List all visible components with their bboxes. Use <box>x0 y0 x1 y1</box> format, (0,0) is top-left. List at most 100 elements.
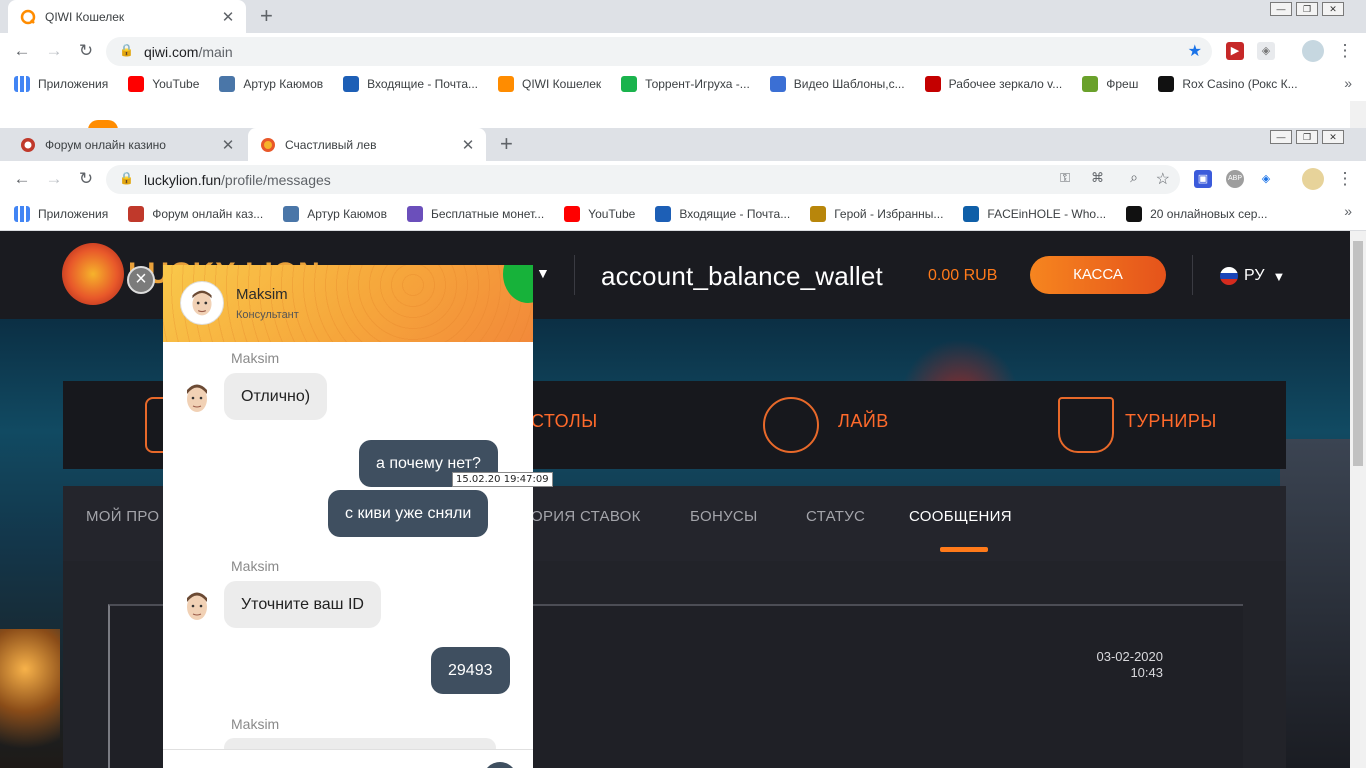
russia-flag-icon <box>1220 267 1238 285</box>
restore-button[interactable]: ❐ <box>1296 130 1318 144</box>
window2-bookmarks-bar: Приложения Форум онлайн каз... Артур Каюмо… <box>0 198 1366 231</box>
bookmark-item[interactable]: FACEinHOLE - Who... <box>963 206 1106 222</box>
more-bookmarks-icon[interactable]: » <box>1344 75 1352 91</box>
chevron-down-icon: ▼ <box>1272 268 1286 284</box>
bookmark-item[interactable]: Артур Каюмов <box>219 76 323 92</box>
adblock-icon[interactable]: ABP <box>1226 170 1244 188</box>
close-window-button[interactable]: ✕ <box>1322 2 1344 16</box>
key-icon[interactable]: ⚿ <box>1060 170 1070 186</box>
bookmark-item[interactable]: Форум онлайн каз... <box>128 206 263 222</box>
close-window-button[interactable]: ✕ <box>1322 130 1344 144</box>
bookmark-label: Приложения <box>38 77 109 91</box>
chevron-down-icon[interactable]: ▼ <box>536 265 550 281</box>
category-tables[interactable]: СТОЛЫ <box>531 411 598 432</box>
balance-label: account_balance_wallet <box>601 261 883 291</box>
forward-icon[interactable]: → <box>43 169 65 189</box>
support-chat-widget: Maksim Консультант Maksim Отлично) а поч… <box>163 265 533 768</box>
vk-icon <box>283 206 300 222</box>
balance-amount: 0.00 <box>928 267 960 284</box>
face-icon <box>963 206 980 222</box>
minimize-button[interactable]: — <box>1270 2 1292 16</box>
bookmark-item[interactable]: YouTube <box>128 76 199 92</box>
close-tab-icon[interactable]: ✕ <box>460 136 476 154</box>
user-message: 29493 <box>431 647 510 694</box>
tab-casino-forum[interactable]: Форум онлайн казино ✕ <box>8 128 246 161</box>
tab-messages[interactable]: СООБЩЕНИЯ <box>909 508 1012 525</box>
address-bar[interactable]: 🔒 qiwi.com/main ★ <box>106 37 1212 66</box>
bookmark-label: Артур Каюмов <box>307 207 387 221</box>
tab-lucky-lion[interactable]: Счастливый лев ✕ <box>248 128 486 161</box>
send-button[interactable] <box>483 762 517 768</box>
bookmark-label: Рабочее зеркало v... <box>948 77 1063 91</box>
bookmark-item[interactable]: 20 онлайновых сер... <box>1126 206 1267 222</box>
lantern-decoration <box>0 629 60 768</box>
zoom-icon[interactable]: ⌕ <box>1130 169 1138 186</box>
close-chat-icon[interactable]: × <box>127 266 155 294</box>
reload-icon[interactable]: ↻ <box>75 169 97 189</box>
bookmark-item[interactable]: YouTube <box>564 206 635 222</box>
page-scrollbar[interactable] <box>1350 231 1366 768</box>
tab-qiwi[interactable]: QIWI Кошелек ✕ <box>8 0 246 33</box>
bookmark-item[interactable]: Бесплатные монет... <box>406 206 545 222</box>
extension-icon[interactable]: ▣ <box>1194 170 1212 188</box>
bookmark-item[interactable]: Видео Шаблоны,с... <box>769 76 905 92</box>
back-icon[interactable]: ← <box>11 41 33 61</box>
extension-icon[interactable]: ▶ <box>1226 42 1244 60</box>
menu-icon[interactable]: ⋮ <box>1334 169 1356 189</box>
bookmark-item[interactable]: Рабочее зеркало v... <box>924 76 1063 92</box>
bookmark-label: Бесплатные монет... <box>430 207 545 221</box>
bookmark-item[interactable]: Входящие - Почта... <box>343 76 478 92</box>
agent-face-icon <box>187 384 207 412</box>
new-tab-button[interactable]: + <box>260 4 273 28</box>
scrollbar-thumb[interactable] <box>1353 241 1363 466</box>
shield-icon[interactable]: ◈ <box>1257 42 1275 60</box>
bookmark-item[interactable]: Входящие - Почта... <box>655 206 790 222</box>
live-dealer-icon[interactable] <box>763 397 819 453</box>
divider <box>574 255 575 295</box>
restore-button[interactable]: ❐ <box>1296 2 1318 16</box>
bookmark-item[interactable]: Приложения <box>14 206 108 222</box>
message-time: 10:43 <box>1130 665 1163 680</box>
bookmark-star-icon[interactable]: ★ <box>1188 41 1202 61</box>
bookmark-star-icon[interactable]: ☆ <box>1156 169 1170 189</box>
qiwi-icon <box>498 76 515 92</box>
bookmark-label: Входящие - Почта... <box>679 207 791 221</box>
tab-bet-history[interactable]: ОРИЯ СТАВОК <box>531 508 641 525</box>
kassa-button[interactable]: КАССА <box>1030 256 1166 294</box>
tab-my-profile[interactable]: МОЙ ПРО <box>86 508 159 525</box>
bookmark-item[interactable]: Фреш <box>1082 76 1138 92</box>
bookmark-item[interactable]: Rox Casino (Рокс К... <box>1158 76 1298 92</box>
translate-icon[interactable]: ⌘ <box>1091 170 1104 186</box>
category-live[interactable]: ЛАЙВ <box>838 411 889 432</box>
chat-input-bar[interactable] <box>163 749 533 768</box>
address-bar[interactable]: 🔒 luckylion.fun/profile/messages ⚿ ⌘ ⌕ ☆ <box>106 165 1180 194</box>
profile-avatar[interactable] <box>1302 168 1324 190</box>
bookmark-label: Входящие - Почта... <box>367 77 479 91</box>
category-tournaments[interactable]: ТУРНИРЫ <box>1125 411 1217 432</box>
mail-icon <box>343 76 360 92</box>
trophy-icon[interactable] <box>1058 397 1114 453</box>
bookmark-item[interactable]: Торрент-Игруха -... <box>621 76 750 92</box>
forward-icon[interactable]: → <box>43 41 65 61</box>
menu-icon[interactable]: ⋮ <box>1334 41 1356 61</box>
language-selector[interactable]: РУ ▼ <box>1220 267 1285 285</box>
bookmark-label: 20 онлайновых сер... <box>1150 207 1268 221</box>
bookmark-item[interactable]: Артур Каюмов <box>283 206 387 222</box>
new-tab-button[interactable]: + <box>500 132 513 156</box>
tab-bonuses[interactable]: БОНУСЫ <box>690 508 758 525</box>
reload-icon[interactable]: ↻ <box>75 41 97 61</box>
bookmark-item[interactable]: Герой - Избранны... <box>810 206 943 222</box>
qiwi-scrollbar[interactable] <box>1350 101 1366 128</box>
back-icon[interactable]: ← <box>11 169 33 189</box>
close-tab-icon[interactable]: ✕ <box>220 8 236 26</box>
agent-face-icon <box>187 592 207 620</box>
bookmark-item[interactable]: QIWI Кошелек <box>498 76 601 92</box>
more-bookmarks-icon[interactable]: » <box>1344 203 1352 219</box>
close-tab-icon[interactable]: ✕ <box>220 136 236 154</box>
profile-avatar[interactable] <box>1302 40 1324 62</box>
shield-icon[interactable]: ◈ <box>1257 170 1275 188</box>
tab-status[interactable]: СТАТУС <box>806 508 865 525</box>
bookmark-item[interactable]: Приложения <box>14 76 108 92</box>
minimize-button[interactable]: — <box>1270 130 1292 144</box>
lucky-lion-logo[interactable] <box>62 243 124 305</box>
